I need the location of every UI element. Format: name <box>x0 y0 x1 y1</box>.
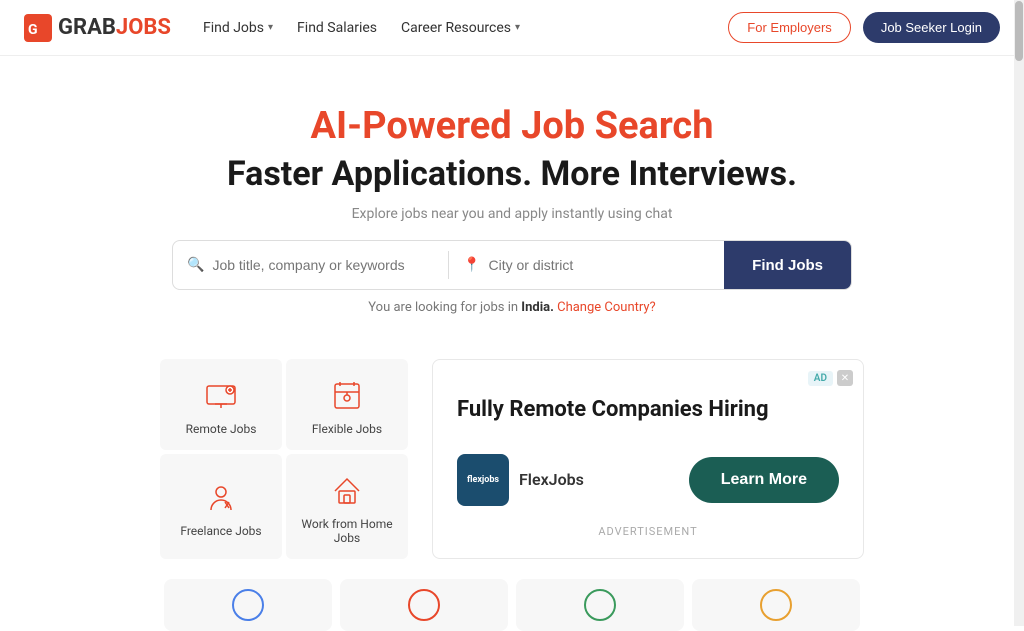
ad-bottom: flexjobs FlexJobs Learn More <box>457 454 839 506</box>
category-flexible-jobs[interactable]: Flexible Jobs <box>286 359 408 450</box>
ad-tag: AD <box>808 371 833 386</box>
for-employers-button[interactable]: For Employers <box>728 12 851 43</box>
learn-more-button[interactable]: Learn More <box>689 457 839 503</box>
advertisement-label: ADVERTISEMENT <box>457 525 839 538</box>
wfh-jobs-icon <box>329 473 365 509</box>
logo-text: GRABJOBS <box>58 15 171 40</box>
nav-links: Find Jobs ▾ Find Salaries Career Resourc… <box>203 20 520 36</box>
nav-find-salaries[interactable]: Find Salaries <box>297 20 377 36</box>
change-country-link[interactable]: Change Country? <box>557 300 656 315</box>
chevron-down-icon: ▾ <box>515 22 520 33</box>
location-input-wrapper: 📍 <box>449 241 724 289</box>
remote-jobs-icon <box>203 378 239 414</box>
freelance-jobs-icon <box>203 480 239 516</box>
nav-right: For Employers Job Seeker Login <box>728 12 1000 43</box>
bottom-circle-blue <box>232 589 264 621</box>
bottom-icon-card-4 <box>692 579 860 631</box>
grabjobs-logo-icon: G <box>24 14 52 42</box>
flexjobs-logo-text: flexjobs <box>467 475 499 485</box>
ad-badge: AD ✕ <box>808 370 853 386</box>
hero-title-red: AI-Powered Job Search <box>20 104 1004 148</box>
flexible-jobs-label: Flexible Jobs <box>312 422 382 436</box>
location-note: You are looking for jobs in India. Chang… <box>20 300 1004 315</box>
job-search-input-wrapper: 🔍 <box>173 241 448 289</box>
bottom-icon-card-3 <box>516 579 684 631</box>
bottom-icon-card-2 <box>340 579 508 631</box>
category-freelance-jobs[interactable]: Freelance Jobs <box>160 454 282 559</box>
job-search-input[interactable] <box>212 257 434 273</box>
hero-title-black: Faster Applications. More Interviews. <box>20 154 1004 194</box>
bottom-icon-card-1 <box>164 579 332 631</box>
hero-section: AI-Powered Job Search Faster Application… <box>0 56 1024 355</box>
hero-subtitle: Explore jobs near you and apply instantl… <box>20 206 1004 222</box>
ad-panel: AD ✕ Fully Remote Companies Hiring flexj… <box>432 359 864 559</box>
chevron-down-icon: ▾ <box>268 22 273 33</box>
category-grid: Remote Jobs Flexible Jobs Freelance Jo <box>160 359 408 559</box>
ad-logo-area: flexjobs FlexJobs <box>457 454 584 506</box>
category-remote-jobs[interactable]: Remote Jobs <box>160 359 282 450</box>
scrollbar-thumb[interactable] <box>1015 1 1023 61</box>
category-wfh-jobs[interactable]: Work from Home Jobs <box>286 454 408 559</box>
bottom-circle-orange <box>760 589 792 621</box>
freelance-jobs-label: Freelance Jobs <box>180 524 261 538</box>
ad-title: Fully Remote Companies Hiring <box>457 396 839 425</box>
location-icon: 📍 <box>463 257 480 273</box>
search-icon: 🔍 <box>187 257 204 273</box>
bottom-circle-red <box>408 589 440 621</box>
bottom-icons-area <box>0 567 1024 631</box>
content-area: Remote Jobs Flexible Jobs Freelance Jo <box>0 359 1024 559</box>
wfh-jobs-label: Work from Home Jobs <box>296 517 398 545</box>
flexjobs-brand-name: FlexJobs <box>519 470 584 489</box>
location-input[interactable] <box>489 257 711 273</box>
job-seeker-login-button[interactable]: Job Seeker Login <box>863 12 1000 43</box>
bottom-circle-green <box>584 589 616 621</box>
find-jobs-button[interactable]: Find Jobs <box>724 241 851 289</box>
ad-close-button[interactable]: ✕ <box>837 370 853 386</box>
scrollbar[interactable] <box>1014 0 1024 626</box>
logo[interactable]: G GRABJOBS <box>24 14 171 42</box>
nav-career-resources[interactable]: Career Resources ▾ <box>401 20 520 36</box>
navbar: G GRABJOBS Find Jobs ▾ Find Salaries Car… <box>0 0 1024 56</box>
nav-find-jobs[interactable]: Find Jobs ▾ <box>203 20 273 36</box>
svg-text:G: G <box>28 22 38 38</box>
flexible-jobs-icon <box>329 378 365 414</box>
remote-jobs-label: Remote Jobs <box>186 422 257 436</box>
flexjobs-logo: flexjobs <box>457 454 509 506</box>
search-bar: 🔍 📍 Find Jobs <box>172 240 852 290</box>
